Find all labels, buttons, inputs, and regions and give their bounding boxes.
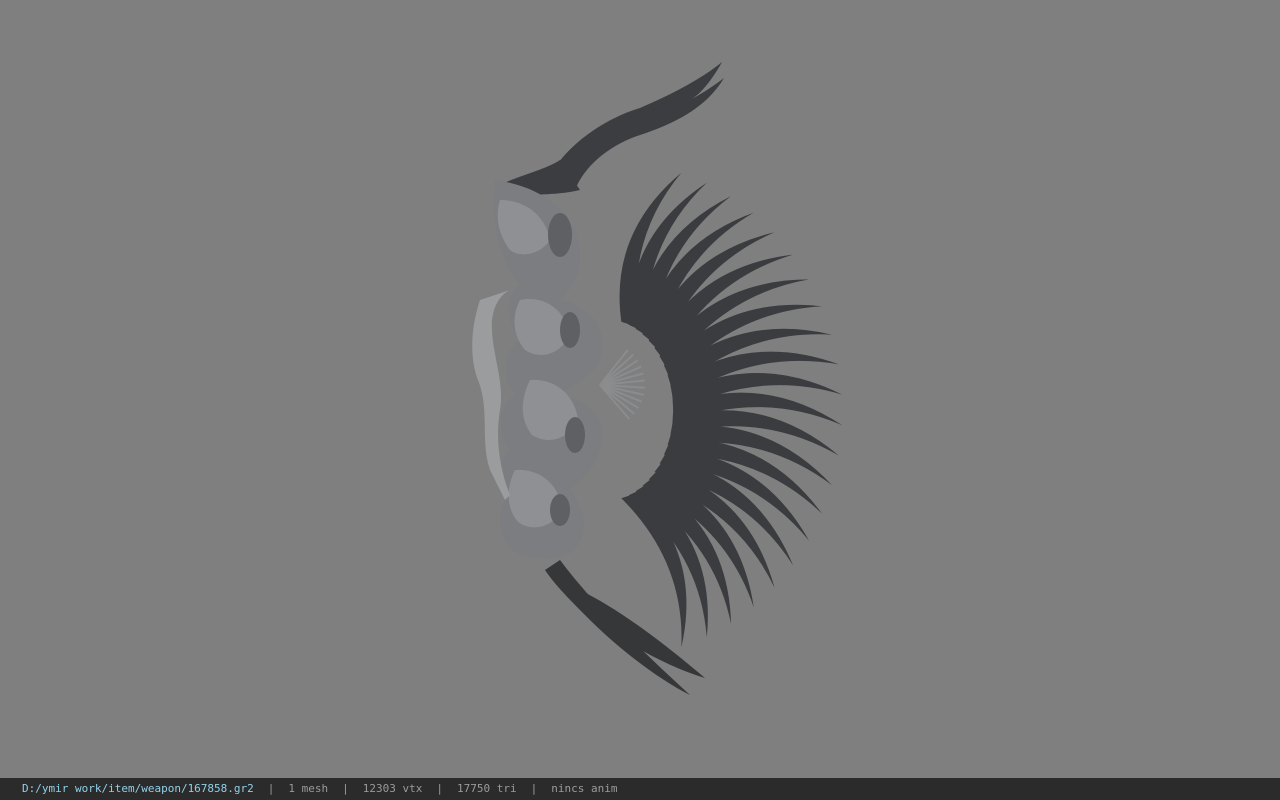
status-separator: | xyxy=(530,782,538,795)
status-separator: | xyxy=(436,782,444,795)
model-horn xyxy=(500,62,724,195)
status-bar: D:/ymir work/item/weapon/167858.gr2 | 1 me… xyxy=(0,778,1280,800)
file-path: D:/ymir work/item/weapon/167858.gr2 xyxy=(22,782,254,795)
mesh-count: 1 mesh xyxy=(288,782,329,795)
model-fan xyxy=(599,349,645,420)
triangle-count: 17750 tri xyxy=(457,782,517,795)
vertex-count: 12303 vtx xyxy=(362,782,423,795)
model-ornament xyxy=(472,180,603,559)
anim-status: nincs anim xyxy=(551,782,618,795)
3d-viewport[interactable] xyxy=(0,0,1280,778)
status-separator: | xyxy=(267,782,275,795)
model-blades xyxy=(619,172,843,648)
status-separator: | xyxy=(342,782,349,795)
weapon-model[interactable] xyxy=(0,0,1280,778)
